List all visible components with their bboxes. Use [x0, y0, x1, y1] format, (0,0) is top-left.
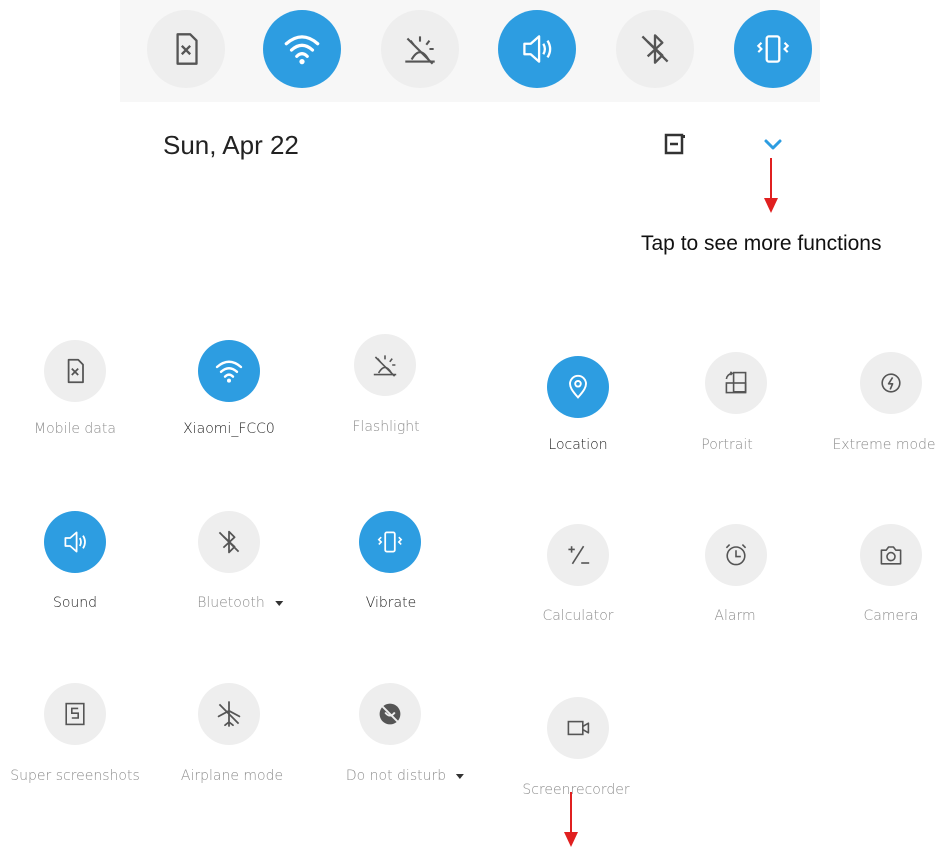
bluetooth-label: Bluetooth — [197, 595, 265, 611]
bluetooth-off-icon — [641, 34, 669, 64]
red-arrow-annotation — [764, 158, 778, 213]
super-screenshot-icon — [65, 702, 85, 726]
airplane-mode-label: Airplane mode — [180, 768, 284, 784]
location-tile[interactable] — [547, 356, 609, 418]
sound-label: Sound — [52, 595, 98, 611]
vibrate-toggle[interactable] — [734, 10, 812, 88]
do-not-disturb-icon — [379, 703, 401, 725]
camera-label: Camera — [863, 608, 919, 624]
alarm-tile[interactable] — [705, 524, 767, 586]
super-screenshots-label: Super screenshots — [10, 768, 140, 784]
super-screenshots-tile[interactable] — [44, 683, 106, 745]
sound-icon — [523, 35, 552, 63]
sound-tile[interactable] — [44, 511, 106, 573]
sim-off-icon — [176, 33, 198, 65]
calculator-tile[interactable] — [547, 524, 609, 586]
quick-toggle-strip — [120, 0, 820, 102]
extreme-mode-label: Extreme mode — [832, 437, 936, 453]
date-label: Sun, Apr 22 — [163, 130, 299, 160]
bluetooth-tile[interactable] — [198, 511, 260, 573]
flashlight-toggle[interactable] — [381, 10, 459, 88]
wifi-toggle[interactable] — [263, 10, 341, 88]
alarm-icon — [725, 544, 747, 566]
wifi-tile[interactable] — [198, 340, 260, 402]
wifi-label: Xiaomi_FCC0 — [183, 421, 275, 437]
flashlight-tile[interactable] — [354, 334, 416, 396]
chevron-down-icon[interactable] — [763, 138, 783, 152]
bluetooth-label-group[interactable]: Bluetooth — [197, 595, 283, 611]
vibrate-label: Vibrate — [365, 595, 417, 611]
callout-text: Tap to see more functions — [641, 232, 882, 255]
airplane-off-icon — [217, 701, 241, 727]
location-label: Location — [548, 437, 608, 453]
alarm-label: Alarm — [714, 608, 756, 624]
vibrate-icon — [756, 35, 790, 63]
airplane-mode-tile[interactable] — [198, 683, 260, 745]
portrait-tile[interactable] — [705, 352, 767, 414]
do-not-disturb-tile[interactable] — [359, 683, 421, 745]
screenrecorder-tile[interactable] — [547, 697, 609, 759]
dropdown-caret-icon[interactable] — [274, 600, 283, 606]
portrait-label: Portrait — [701, 437, 753, 453]
wifi-icon — [215, 360, 243, 383]
mobile-data-label: Mobile data — [34, 421, 116, 437]
calculator-label: Calculator — [542, 608, 614, 624]
wifi-icon — [284, 35, 320, 65]
camera-tile[interactable] — [860, 524, 922, 586]
vibrate-tile[interactable] — [359, 511, 421, 573]
sound-toggle[interactable] — [498, 10, 576, 88]
bluetooth-off-icon — [218, 530, 240, 554]
camera-icon — [880, 546, 902, 565]
sound-icon — [64, 531, 86, 553]
mobile-data-toggle[interactable] — [147, 10, 225, 88]
screen-recorder-icon — [567, 720, 590, 736]
vibrate-icon — [377, 531, 403, 553]
do-not-disturb-label: Do not disturb — [345, 768, 447, 784]
mobile-data-tile[interactable] — [44, 340, 106, 402]
battery-saver-icon — [881, 373, 901, 393]
location-icon — [569, 374, 587, 399]
bluetooth-toggle[interactable] — [616, 10, 694, 88]
flashlight-label: Flashlight — [352, 419, 420, 435]
edit-toggles-icon[interactable] — [664, 133, 686, 155]
calculator-icon — [568, 545, 590, 565]
extreme-mode-tile[interactable] — [860, 352, 922, 414]
red-arrow-annotation — [564, 792, 578, 847]
sim-off-icon — [67, 358, 84, 384]
flashlight-off-icon — [405, 36, 435, 65]
dropdown-caret-icon[interactable] — [456, 773, 465, 779]
flashlight-off-icon — [373, 355, 397, 377]
do-not-disturb-label-group[interactable]: Do not disturb — [345, 768, 465, 784]
rotation-icon — [725, 371, 747, 394]
